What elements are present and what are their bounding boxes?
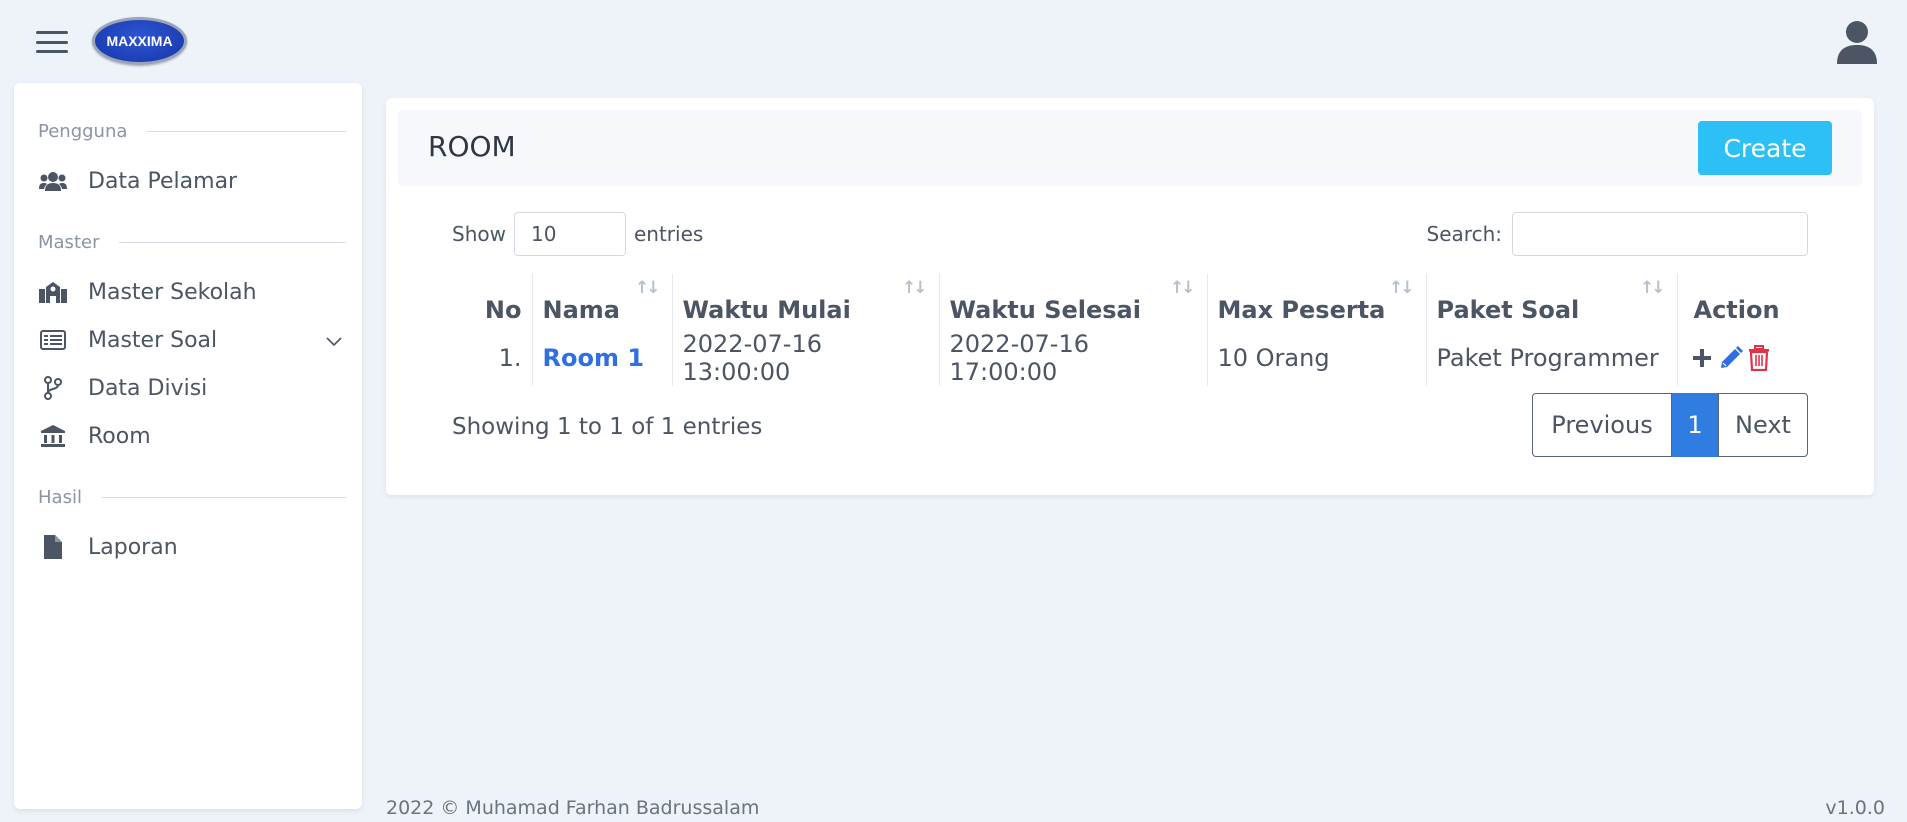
entries-label: entries — [633, 222, 704, 246]
sidebar-item-label: Master Soal — [88, 327, 218, 353]
footer-version: v1.0.0 — [1825, 797, 1885, 819]
cell-max-peserta: 10 Orang — [1206, 330, 1426, 386]
sidebar-section-label: Hasil — [38, 487, 82, 508]
chevron-down-icon[interactable] — [326, 328, 342, 353]
sidebar-item-label: Room — [88, 423, 151, 449]
search-control: Search: — [1427, 212, 1808, 256]
users-icon — [38, 169, 68, 193]
cell-paket-soal: Paket Programmer — [1425, 330, 1677, 386]
search-input[interactable] — [1512, 212, 1808, 256]
footer-copyright: 2022 © Muhamad Farhan Badrussalam — [386, 797, 760, 819]
create-button[interactable]: Create — [1698, 121, 1832, 175]
divider — [119, 242, 346, 243]
sidebar-item-label: Data Pelamar — [88, 168, 238, 194]
file-icon — [38, 535, 68, 559]
sidebar-item-master-sekolah[interactable]: Master Sekolah — [38, 276, 346, 308]
table-row: 1. Room 1 2022-07-16 13:00:00 2022-07-16… — [452, 330, 1808, 386]
sidebar-item-room[interactable]: Room — [38, 420, 346, 452]
branch-icon — [38, 376, 68, 400]
sidebar-section-label: Master — [38, 232, 100, 253]
sidebar-section-hasil: Hasil — [38, 487, 346, 508]
sidebar-item-label: Data Divisi — [88, 375, 208, 401]
edit-icon[interactable] — [1718, 345, 1744, 371]
user-avatar-icon[interactable] — [1836, 20, 1878, 64]
column-header-max-peserta[interactable]: Max Peserta ↑↓ — [1206, 274, 1426, 330]
sidebar-item-label: Laporan — [88, 534, 178, 560]
card-header: ROOM Create — [398, 110, 1862, 186]
column-header-waktu-mulai[interactable]: Waktu Mulai ↑↓ — [671, 274, 939, 330]
column-header-paket-soal[interactable]: Paket Soal ↑↓ — [1425, 274, 1677, 330]
divider — [101, 497, 346, 498]
column-header-waktu-selesai[interactable]: Waktu Selesai ↑↓ — [938, 274, 1207, 330]
sidebar-section-label: Pengguna — [38, 121, 128, 142]
sort-icon: ↑↓ — [635, 278, 660, 298]
bank-icon — [38, 424, 68, 448]
school-icon — [38, 280, 68, 304]
sort-icon: ↑↓ — [902, 278, 927, 298]
cell-action — [1676, 330, 1808, 386]
pagination-next-button[interactable]: Next — [1718, 393, 1808, 457]
menu-toggle-icon[interactable] — [36, 31, 68, 53]
room-name-link[interactable]: Room 1 — [543, 344, 645, 372]
room-card: ROOM Create Show entries Search: No Nama… — [386, 98, 1874, 495]
sort-icon: ↑↓ — [1170, 278, 1195, 298]
sidebar-item-label: Master Sekolah — [88, 279, 257, 305]
row-actions — [1690, 345, 1799, 371]
pagination-page-1-button[interactable]: 1 — [1672, 393, 1718, 457]
cell-nama: Room 1 — [531, 330, 672, 386]
column-header-no[interactable]: No — [452, 274, 532, 330]
entries-per-page-input[interactable] — [513, 212, 626, 256]
menu-bar-middle — [36, 40, 68, 44]
cell-waktu-mulai: 2022-07-16 13:00:00 — [671, 330, 939, 386]
sort-icon: ↑↓ — [1640, 278, 1665, 298]
sort-icon: ↑↓ — [1389, 278, 1414, 298]
show-label: Show — [452, 222, 506, 246]
sidebar-item-data-pelamar[interactable]: Data Pelamar — [38, 165, 346, 197]
table-header-row: No Nama ↑↓ Waktu Mulai ↑↓ Waktu Selesai … — [452, 274, 1808, 330]
brand-logo[interactable]: MAXXIMA — [92, 17, 187, 65]
divider — [147, 131, 346, 132]
sidebar-section-pengguna: Pengguna — [38, 121, 346, 142]
sidebar-item-master-soal[interactable]: Master Soal — [38, 324, 346, 356]
add-icon[interactable] — [1690, 346, 1714, 370]
page-title: ROOM — [428, 130, 516, 163]
sidebar-section-master: Master — [38, 232, 346, 253]
cell-waktu-selesai: 2022-07-16 17:00:00 — [938, 330, 1207, 386]
column-header-nama[interactable]: Nama ↑↓ — [531, 274, 672, 330]
search-label: Search: — [1426, 222, 1502, 246]
entries-length-control: Show entries — [452, 212, 703, 256]
cell-no: 1. — [498, 344, 522, 372]
menu-bar-top — [36, 31, 68, 34]
delete-icon[interactable] — [1748, 345, 1770, 371]
sidebar-item-data-divisi[interactable]: Data Divisi — [38, 372, 346, 404]
brand-logo-text: MAXXIMA — [106, 33, 173, 49]
list-icon — [38, 328, 68, 352]
sidebar-item-laporan[interactable]: Laporan — [38, 531, 346, 563]
pagination: Previous 1 Next — [1532, 393, 1808, 457]
menu-bar-bottom — [36, 50, 68, 53]
room-table: No Nama ↑↓ Waktu Mulai ↑↓ Waktu Selesai … — [452, 274, 1808, 386]
table-info: Showing 1 to 1 of 1 entries — [452, 414, 763, 440]
column-header-action: Action — [1676, 274, 1808, 330]
sidebar: Pengguna Data Pelamar Master Master Seko… — [14, 83, 362, 809]
pagination-previous-button[interactable]: Previous — [1532, 393, 1672, 457]
